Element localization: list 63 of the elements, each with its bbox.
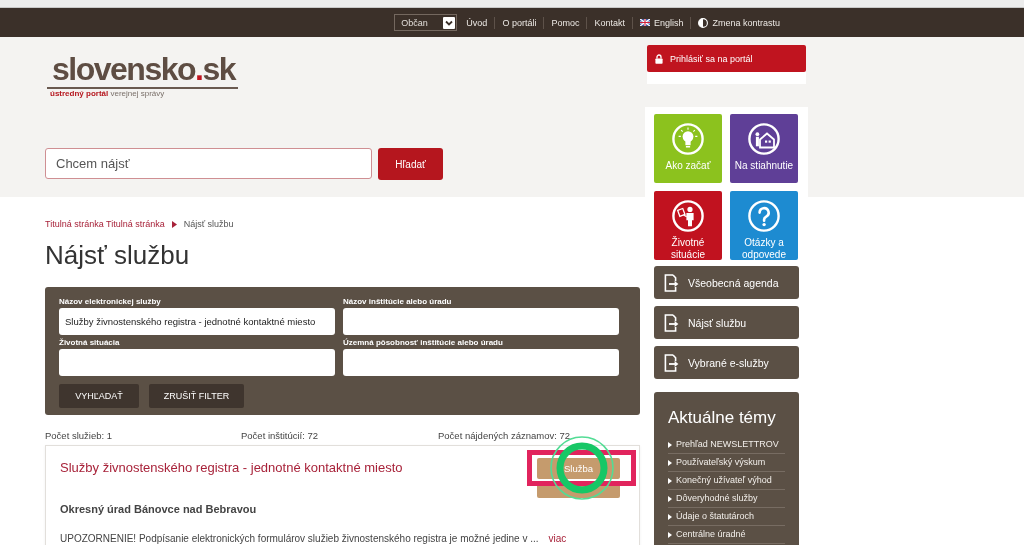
- result-description: UPOZORNENIE! Podpísanie elektronických formulárov služieb živnostenského registra je možné jedine v ...: [60, 532, 539, 545]
- field-label: Názov elektronickej služby: [59, 296, 161, 307]
- nav-link[interactable]: O portáli: [495, 17, 544, 28]
- clear-filter-button[interactable]: ZRUŠIŤ FILTER: [149, 384, 244, 408]
- audience-select[interactable]: Občan: [394, 14, 458, 31]
- breadcrumb-separator-icon: [171, 220, 177, 228]
- flag-icon: [639, 19, 650, 26]
- document-arrow-icon: [663, 313, 679, 332]
- topic-link[interactable]: Konečný užívateľ výhod: [668, 472, 785, 490]
- login-button[interactable]: Prihlásiť sa na portál: [647, 45, 806, 72]
- house-with-person-icon: [748, 123, 780, 155]
- sidebar-menu-button[interactable]: Nájsť službu: [654, 306, 799, 339]
- topic-link[interactable]: Prehľad NEWSLETTROV: [668, 436, 785, 454]
- triangle-bullet-icon: [668, 459, 672, 466]
- topic-link[interactable]: Používateľský výskum: [668, 454, 785, 472]
- logo-tagline: ústredný portál verejnej správy: [49, 89, 165, 99]
- institution-name: Okresný úrad Bánovce nad Bebravou: [60, 502, 257, 516]
- search-button[interactable]: Hľadať: [378, 148, 443, 180]
- input-field[interactable]: [343, 308, 619, 335]
- triangle-bullet-icon: [668, 477, 672, 484]
- input-field[interactable]: [59, 349, 335, 376]
- triangle-bullet-icon: [668, 513, 672, 520]
- field-label: Životná situácia: [59, 337, 120, 348]
- input-field[interactable]: [343, 349, 619, 376]
- quick-link-tile[interactable]: Otázky a odpovede: [730, 191, 798, 260]
- topic-link[interactable]: Údaje o štatutároch: [668, 508, 785, 526]
- question-mark-icon: [748, 200, 780, 232]
- search-field[interactable]: Chcem nájsť: [45, 148, 372, 179]
- result-count: Počet inštitúcií: 72: [241, 430, 319, 442]
- document-arrow-icon: [663, 273, 679, 292]
- sidebar-menu-button[interactable]: Všeobecná agenda: [654, 266, 799, 299]
- triangle-bullet-icon: [668, 441, 672, 448]
- quick-link-tile[interactable]: Životné situácie: [654, 191, 722, 260]
- site-logo[interactable]: slovensko.sk: [47, 51, 235, 87]
- chevron-down-icon: [443, 16, 456, 29]
- topics-heading: Aktuálne témy: [668, 407, 776, 429]
- result-title-link[interactable]: Služby živnostenského registra - jednotné kontaktné miesto: [60, 460, 403, 476]
- nav-link[interactable]: Úvod: [459, 17, 495, 28]
- sidebar-menu-button[interactable]: Vybrané e-služby: [654, 346, 799, 379]
- topic-link[interactable]: Dôveryhodné služby: [668, 490, 785, 508]
- input-field[interactable]: Služby živnostenského registra - jednotné kontaktné miesto: [59, 308, 335, 335]
- contrast-icon: [698, 17, 709, 28]
- field-label: Územná pôsobnosť inštitúcie alebo úradu: [343, 337, 503, 348]
- result-count: Počet nájdených záznamov: 72: [438, 430, 571, 442]
- quick-link-tile[interactable]: Na stiahnutie: [730, 114, 798, 183]
- nav-link[interactable]: Pomoc: [544, 17, 587, 28]
- contrast-toggle-link[interactable]: Zmena kontrastu: [691, 17, 787, 28]
- more-link[interactable]: viac: [548, 532, 567, 545]
- breadcrumb-link[interactable]: Titulná stránka Titulná stránka: [45, 218, 165, 230]
- triangle-bullet-icon: [668, 531, 672, 538]
- language-link[interactable]: English: [632, 17, 691, 28]
- triangle-bullet-icon: [668, 495, 672, 502]
- result-count: Počet služieb: 1: [45, 430, 113, 442]
- topic-link[interactable]: Centrálne úradné: [668, 526, 785, 544]
- lock-icon: [655, 53, 663, 64]
- page-title: Nájsť službu: [45, 239, 190, 272]
- lightbulb-icon: [672, 123, 704, 155]
- field-label: Názov inštitúcie alebo úradu: [343, 296, 452, 307]
- search-submit-button[interactable]: VYHĽADAŤ: [59, 384, 139, 408]
- document-arrow-icon: [663, 353, 679, 372]
- person-with-sign-icon: [672, 200, 704, 232]
- breadcrumb-current: Nájsť službu: [183, 218, 234, 230]
- nav-link[interactable]: Kontakt: [587, 17, 632, 28]
